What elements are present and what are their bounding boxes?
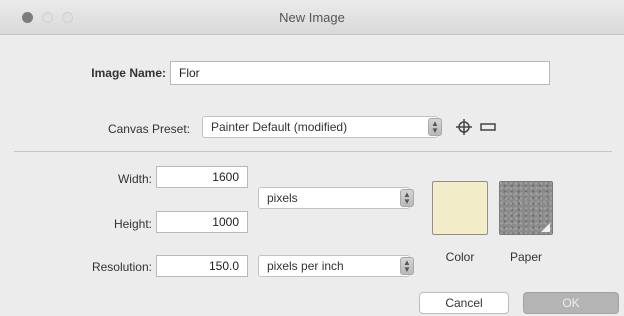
paper-swatch[interactable]: [499, 181, 553, 235]
size-unit-value: pixels: [267, 191, 298, 205]
width-label: Width:: [117, 172, 152, 186]
cancel-button[interactable]: Cancel: [419, 292, 509, 314]
resolution-label: Resolution:: [91, 260, 152, 274]
height-label: Height:: [113, 217, 152, 231]
size-unit-dropdown[interactable]: pixels: [258, 187, 410, 209]
ok-button[interactable]: OK: [523, 292, 619, 314]
resolution-input[interactable]: 150.0: [156, 255, 248, 277]
color-swatch[interactable]: [432, 181, 488, 235]
canvas-preset-stepper-icon[interactable]: ▲ ▼: [428, 118, 442, 136]
canvas-preset-value: Painter Default (modified): [211, 120, 348, 134]
resolution-unit-value: pixels per inch: [267, 259, 344, 273]
section-divider: [14, 151, 612, 152]
width-value: 1600: [212, 170, 239, 184]
remove-preset-icon[interactable]: [480, 122, 496, 132]
canvas-preset-label: Canvas Preset:: [107, 122, 190, 136]
resolution-value: 150.0: [208, 259, 239, 273]
image-name-value: Flor: [179, 66, 200, 80]
add-preset-icon[interactable]: [456, 118, 472, 136]
image-name-input[interactable]: Flor: [170, 61, 550, 85]
paper-corner-icon: [541, 223, 550, 232]
canvas-preset-dropdown[interactable]: Painter Default (modified): [202, 116, 438, 138]
resolution-unit-dropdown[interactable]: pixels per inch: [258, 255, 410, 277]
height-input[interactable]: 1000: [156, 211, 248, 233]
width-input[interactable]: 1600: [156, 166, 248, 188]
height-value: 1000: [212, 215, 239, 229]
window-title: New Image: [279, 10, 345, 25]
paper-swatch-label: Paper: [509, 250, 543, 264]
image-name-label: Image Name:: [91, 66, 166, 80]
color-swatch-label: Color: [445, 250, 475, 264]
resolution-unit-stepper-icon[interactable]: ▲ ▼: [400, 257, 414, 275]
title-bar: New Image: [0, 0, 624, 35]
size-unit-stepper-icon[interactable]: ▲ ▼: [400, 189, 414, 207]
